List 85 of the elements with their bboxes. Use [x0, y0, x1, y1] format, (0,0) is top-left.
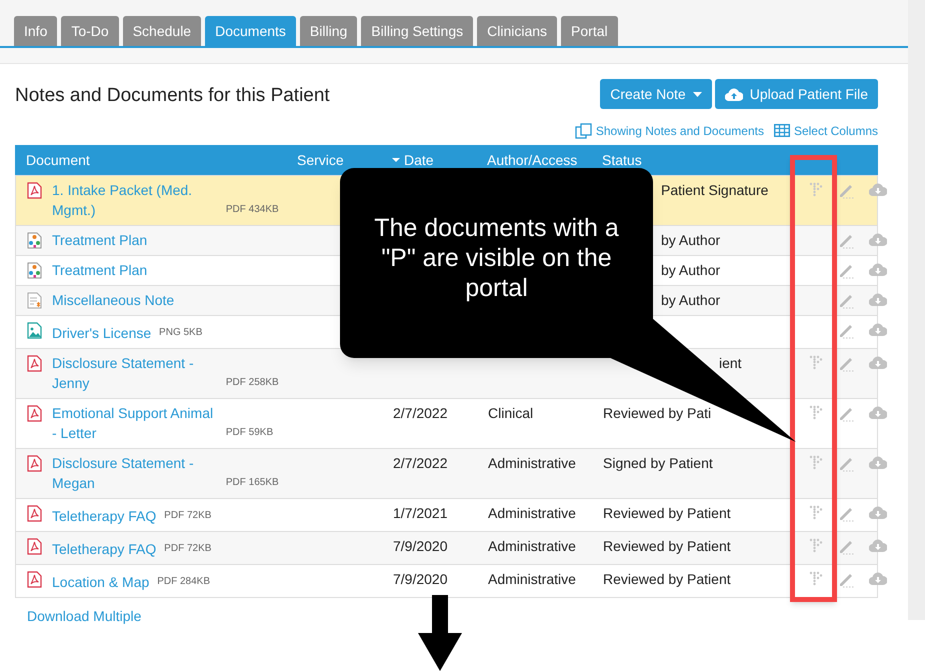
- status-cell-text: Reviewed by Patient: [603, 570, 731, 588]
- author-cell: Administrative: [488, 538, 576, 554]
- file-info: PDF 284KB: [157, 576, 210, 586]
- file-info: PDF 72KB: [164, 542, 212, 554]
- author-cell: Administrative: [488, 504, 576, 520]
- pdf-file-icon: [27, 454, 42, 472]
- column-header[interactable]: Author/Access: [487, 152, 578, 168]
- cloud-download-icon[interactable]: [868, 262, 886, 276]
- cloud-download-icon[interactable]: [868, 572, 886, 584]
- image-file-icon: [27, 322, 42, 338]
- document-link[interactable]: Treatment Plan: [52, 260, 148, 280]
- status-cell-text: by Author: [661, 260, 720, 280]
- pdf-file-icon: [27, 538, 42, 554]
- tab[interactable]: To-Do: [61, 16, 119, 46]
- file-info: PDF 434KB: [226, 204, 279, 214]
- date-cell: 7/9/2020: [393, 538, 448, 554]
- cloud-download-icon[interactable]: [868, 538, 886, 552]
- tab[interactable]: Portal: [561, 16, 618, 46]
- documents-icon: [574, 122, 593, 138]
- upload-button[interactable]: Upload Patient File: [714, 79, 878, 109]
- document-link[interactable]: Disclosure Statement - Megan: [52, 452, 218, 492]
- document-link[interactable]: Treatment Plan: [52, 230, 148, 250]
- caret-icon: [692, 92, 702, 96]
- pdf-file-icon: [27, 570, 42, 588]
- column-header[interactable]: Status: [602, 152, 642, 168]
- pdf-file-icon: [27, 504, 42, 522]
- tab[interactable]: Info: [14, 16, 58, 46]
- document-link[interactable]: Disclosure Statement - Jenny: [52, 352, 218, 392]
- chart-file-icon: [27, 232, 42, 248]
- select-columns-link[interactable]: Select Columns: [794, 122, 878, 140]
- chart-file-icon: [27, 262, 42, 278]
- author-cell: Administrative: [488, 454, 576, 470]
- author-cell: Administrative: [488, 570, 576, 586]
- pdf-file-icon: [27, 182, 42, 198]
- cloud-download-icon[interactable]: [868, 232, 886, 246]
- document-link[interactable]: Teletherapy FAQ: [52, 506, 156, 526]
- tab[interactable]: Documents: [205, 16, 296, 46]
- file-info: PDF 59KB: [226, 426, 274, 438]
- file-info: PDF 165KB: [226, 476, 279, 488]
- date-cell: 2/7/2022: [393, 404, 448, 420]
- tab[interactable]: Billing: [300, 16, 358, 46]
- column-header[interactable]: Document: [26, 152, 90, 168]
- grid-icon: [774, 124, 790, 137]
- status-cell-text: by Author: [661, 230, 720, 250]
- download-multiple-link[interactable]: Download Multiple: [27, 606, 142, 626]
- status-cell-text: Patient Signature: [661, 180, 768, 200]
- document-link[interactable]: Miscellaneous Note: [52, 290, 174, 310]
- pdf-file-icon: [27, 354, 42, 372]
- cloud-upload-icon: [724, 88, 743, 100]
- document-link[interactable]: Driver's License: [52, 322, 152, 342]
- filter-link[interactable]: Showing Notes and Documents: [596, 122, 764, 140]
- create-note-button[interactable]: Create Note: [600, 79, 712, 109]
- callout-text: The documents with a "P" are visible on the portal: [373, 213, 620, 303]
- date-cell: 1/7/2021: [393, 504, 448, 520]
- status-cell-text: Reviewed by Pati: [603, 404, 712, 422]
- cloud-download-icon[interactable]: [868, 292, 886, 306]
- status-cell-text: Reviewed by Patient: [603, 504, 731, 522]
- status-cell-text: by Author: [661, 290, 720, 310]
- column-header[interactable]: Date: [404, 152, 434, 168]
- page-heading: Notes and Documents for this Patient: [15, 84, 330, 108]
- file-info: PNG 5KB: [159, 326, 202, 338]
- column-header[interactable]: Service: [297, 152, 344, 168]
- cloud-download-icon[interactable]: [868, 182, 886, 196]
- note-file-icon: [27, 292, 42, 308]
- cloud-download-icon[interactable]: [868, 356, 886, 368]
- status-cell-text: ient: [719, 354, 742, 372]
- document-link[interactable]: 1. Intake Packet (Med. Mgmt.): [52, 180, 218, 220]
- cloud-download-icon[interactable]: [868, 322, 886, 336]
- cloud-download-icon[interactable]: [868, 406, 886, 418]
- status-cell-text: Signed by Patient: [603, 454, 713, 472]
- document-link[interactable]: Emotional Support Animal - Letter: [52, 402, 218, 442]
- file-info: PDF 258KB: [226, 376, 279, 388]
- date-cell: 2/7/2022: [393, 454, 448, 470]
- document-link[interactable]: Teletherapy FAQ: [52, 538, 156, 558]
- pdf-file-icon: [27, 404, 42, 422]
- document-link[interactable]: Location & Map: [52, 572, 150, 592]
- cloud-download-icon[interactable]: [868, 506, 886, 518]
- author-cell: Clinical: [488, 404, 534, 420]
- date-cell: 7/9/2020: [393, 570, 448, 586]
- status-cell-text: Reviewed by Patient: [603, 536, 731, 556]
- tab[interactable]: Billing Settings: [361, 16, 474, 46]
- cloud-download-icon[interactable]: [868, 456, 886, 468]
- file-info: PDF 72KB: [164, 510, 212, 520]
- tab[interactable]: Schedule: [122, 16, 202, 46]
- tab[interactable]: Clinicians: [477, 16, 558, 46]
